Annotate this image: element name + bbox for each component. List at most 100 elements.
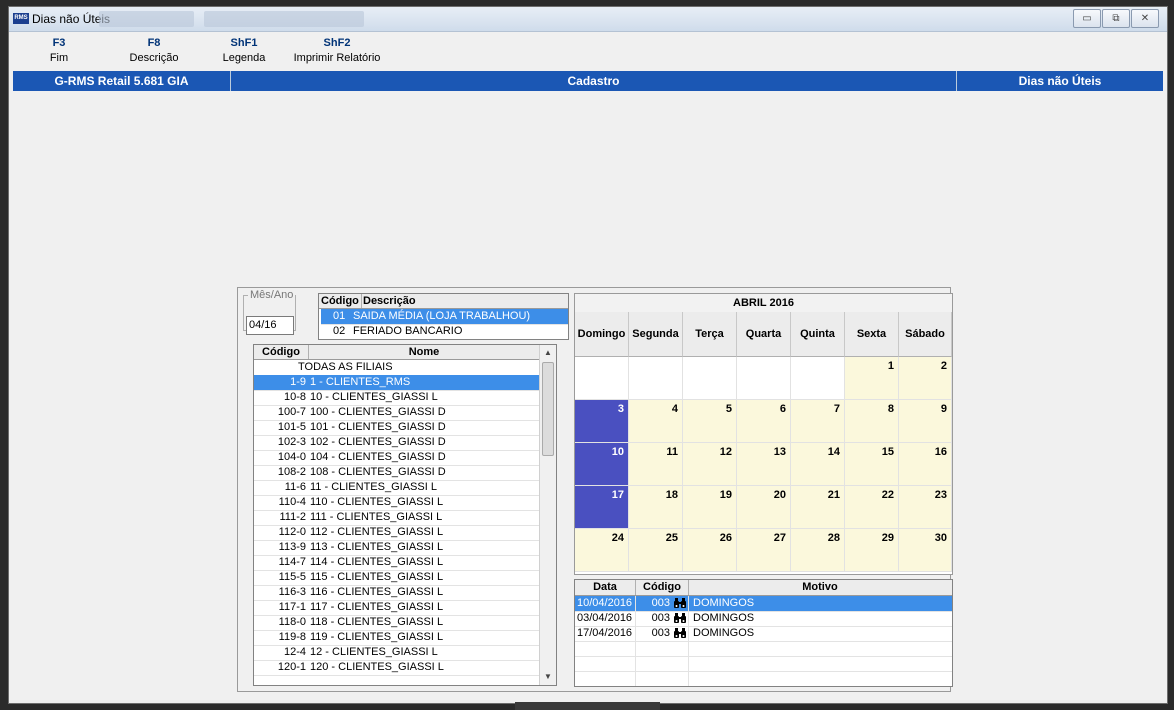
filial-row[interactable]: 118-0 118 - CLIENTES_GIASSI L: [254, 615, 540, 631]
calendar-day[interactable]: 26: [683, 529, 737, 572]
filial-nome: 10 - CLIENTES_GIASSI L: [310, 391, 438, 403]
calendar-day[interactable]: 28: [791, 529, 845, 572]
calendar-day[interactable]: 13: [737, 443, 791, 486]
calendar-day[interactable]: 27: [737, 529, 791, 572]
f3-fim-button[interactable]: F3 Fim: [39, 37, 79, 64]
descricao-row[interactable]: 01 SAIDA MÉDIA (LOJA TRABALHOU): [321, 309, 568, 325]
filial-row[interactable]: 119-8 119 - CLIENTES_GIASSI L: [254, 630, 540, 646]
calendar-day[interactable]: 10: [575, 443, 629, 486]
filial-codigo: 108-2: [277, 466, 306, 478]
filiais-scrollbar[interactable]: ▲ ▼: [539, 345, 556, 685]
calendar-day[interactable]: 1: [845, 357, 899, 400]
motivo-row[interactable]: 17/04/2016 003 DOMINGOS: [575, 626, 952, 642]
filial-row[interactable]: 1-9 1 - CLIENTES_RMS: [254, 375, 540, 391]
motivo-data: [577, 641, 636, 656]
motivo-row[interactable]: 03/04/2016 003 DOMINGOS: [575, 611, 952, 627]
calendar-day[interactable]: 20: [737, 486, 791, 529]
calendar-day[interactable]: 29: [845, 529, 899, 572]
filial-codigo: 104-0: [277, 451, 306, 463]
col-codigo-header[interactable]: Código: [321, 294, 362, 308]
calendar-day[interactable]: 24: [575, 529, 629, 572]
col-codigo-header[interactable]: Código: [254, 345, 309, 359]
calendar-day[interactable]: 18: [629, 486, 683, 529]
calendar-day[interactable]: 12: [683, 443, 737, 486]
calendar-day[interactable]: 15: [845, 443, 899, 486]
fkey-code: F3: [52, 37, 66, 49]
filial-row[interactable]: 100-7 100 - CLIENTES_GIASSI D: [254, 405, 540, 421]
calendar-empty-cell: [737, 357, 791, 400]
motivo-data: 03/04/2016: [577, 611, 636, 626]
filial-row[interactable]: 117-1 117 - CLIENTES_GIASSI L: [254, 600, 540, 616]
filial-nome: 118 - CLIENTES_GIASSI L: [310, 616, 444, 628]
filial-row[interactable]: 12-4 12 - CLIENTES_GIASSI L: [254, 645, 540, 661]
scroll-up-icon[interactable]: ▲: [540, 345, 556, 361]
filial-codigo: 1-9: [290, 376, 306, 388]
motivo-text: [693, 671, 943, 686]
descricao-row[interactable]: 02 FERIADO BANCARIO: [321, 324, 568, 339]
fkey-label: Fim: [49, 52, 69, 64]
restore-button[interactable]: ⧉: [1102, 9, 1130, 28]
motivo-text: [693, 656, 943, 671]
col-data-header[interactable]: Data: [575, 580, 636, 595]
col-descricao-header[interactable]: Descrição: [363, 294, 563, 308]
filial-row[interactable]: 111-2 111 - CLIENTES_GIASSI L: [254, 510, 540, 526]
filial-nome: 104 - CLIENTES_GIASSI D: [310, 451, 446, 463]
calendar-day[interactable]: 25: [629, 529, 683, 572]
calendar-day[interactable]: 9: [899, 400, 952, 443]
calendar-day[interactable]: 14: [791, 443, 845, 486]
screen-name-label: Dias não Úteis: [1018, 74, 1102, 88]
filial-nome: 101 - CLIENTES_GIASSI D: [310, 421, 446, 433]
close-button[interactable]: ✕: [1131, 9, 1159, 28]
filial-row[interactable]: 120-1 120 - CLIENTES_GIASSI L: [254, 660, 540, 676]
calendar-day[interactable]: 11: [629, 443, 683, 486]
filial-row[interactable]: 104-0 104 - CLIENTES_GIASSI D: [254, 450, 540, 466]
calendar-day[interactable]: 21: [791, 486, 845, 529]
minimize-button[interactable]: ▭: [1073, 9, 1101, 28]
filial-codigo: 112-0: [278, 526, 306, 538]
calendar-day[interactable]: 4: [629, 400, 683, 443]
module-label: Cadastro: [231, 71, 957, 91]
filial-nome: 117 - CLIENTES_GIASSI L: [310, 601, 444, 613]
filial-row[interactable]: 114-7 114 - CLIENTES_GIASSI L: [254, 555, 540, 571]
calendar-day[interactable]: 30: [899, 529, 952, 572]
calendar-day[interactable]: 5: [683, 400, 737, 443]
fkey-label: Legenda: [222, 52, 266, 64]
binoculars-icon[interactable]: [674, 673, 689, 686]
filial-row[interactable]: 10-8 10 - CLIENTES_GIASSI L: [254, 390, 540, 406]
mes-ano-input[interactable]: 04/16: [246, 316, 294, 335]
weekday-header: Sábado: [899, 312, 952, 357]
scroll-down-icon[interactable]: ▼: [540, 669, 556, 685]
fkey-code: ShF1: [230, 37, 258, 49]
calendar-day[interactable]: 8: [845, 400, 899, 443]
calendar-day[interactable]: 2: [899, 357, 952, 400]
filial-row[interactable]: 108-2 108 - CLIENTES_GIASSI D: [254, 465, 540, 481]
col-codigo-header[interactable]: Código: [636, 580, 689, 595]
filial-row[interactable]: 11-6 11 - CLIENTES_GIASSI L: [254, 480, 540, 496]
scroll-thumb[interactable]: [542, 362, 554, 456]
filial-row[interactable]: 112-0 112 - CLIENTES_GIASSI L: [254, 525, 540, 541]
filial-row[interactable]: 102-3 102 - CLIENTES_GIASSI D: [254, 435, 540, 451]
motivo-row[interactable]: 10/04/2016 003 DOMINGOS: [575, 596, 952, 612]
calendar-day[interactable]: 6: [737, 400, 791, 443]
col-nome-header[interactable]: Nome: [309, 345, 539, 359]
calendar-day[interactable]: 17: [575, 486, 629, 529]
filial-row[interactable]: 110-4 110 - CLIENTES_GIASSI L: [254, 495, 540, 511]
filial-row[interactable]: 115-5 115 - CLIENTES_GIASSI L: [254, 570, 540, 586]
filial-codigo: 115-5: [278, 571, 306, 583]
filial-row[interactable]: 113-9 113 - CLIENTES_GIASSI L: [254, 540, 540, 556]
calendar-day[interactable]: 19: [683, 486, 737, 529]
calendar-day[interactable]: 16: [899, 443, 952, 486]
shf1-legenda-button[interactable]: ShF1 Legenda: [214, 37, 274, 64]
filial-row[interactable]: 116-3 116 - CLIENTES_GIASSI L: [254, 585, 540, 601]
calendar-day[interactable]: 7: [791, 400, 845, 443]
calendar-day[interactable]: 23: [899, 486, 952, 529]
calendar-day[interactable]: 22: [845, 486, 899, 529]
calendar-day[interactable]: 3: [575, 400, 629, 443]
filial-row[interactable]: TODAS AS FILIAIS: [254, 360, 540, 376]
col-motivo-header[interactable]: Motivo: [689, 580, 951, 595]
shf2-imprimir-button[interactable]: ShF2 Imprimir Relatório: [287, 37, 387, 64]
filial-codigo: 11-6: [284, 481, 306, 493]
filiais-grid: Código Nome TODAS AS FILIAIS 1-9 1 - CLIEN…: [253, 344, 557, 686]
filial-row[interactable]: 101-5 101 - CLIENTES_GIASSI D: [254, 420, 540, 436]
f8-descricao-button[interactable]: F8 Descrição: [119, 37, 189, 64]
